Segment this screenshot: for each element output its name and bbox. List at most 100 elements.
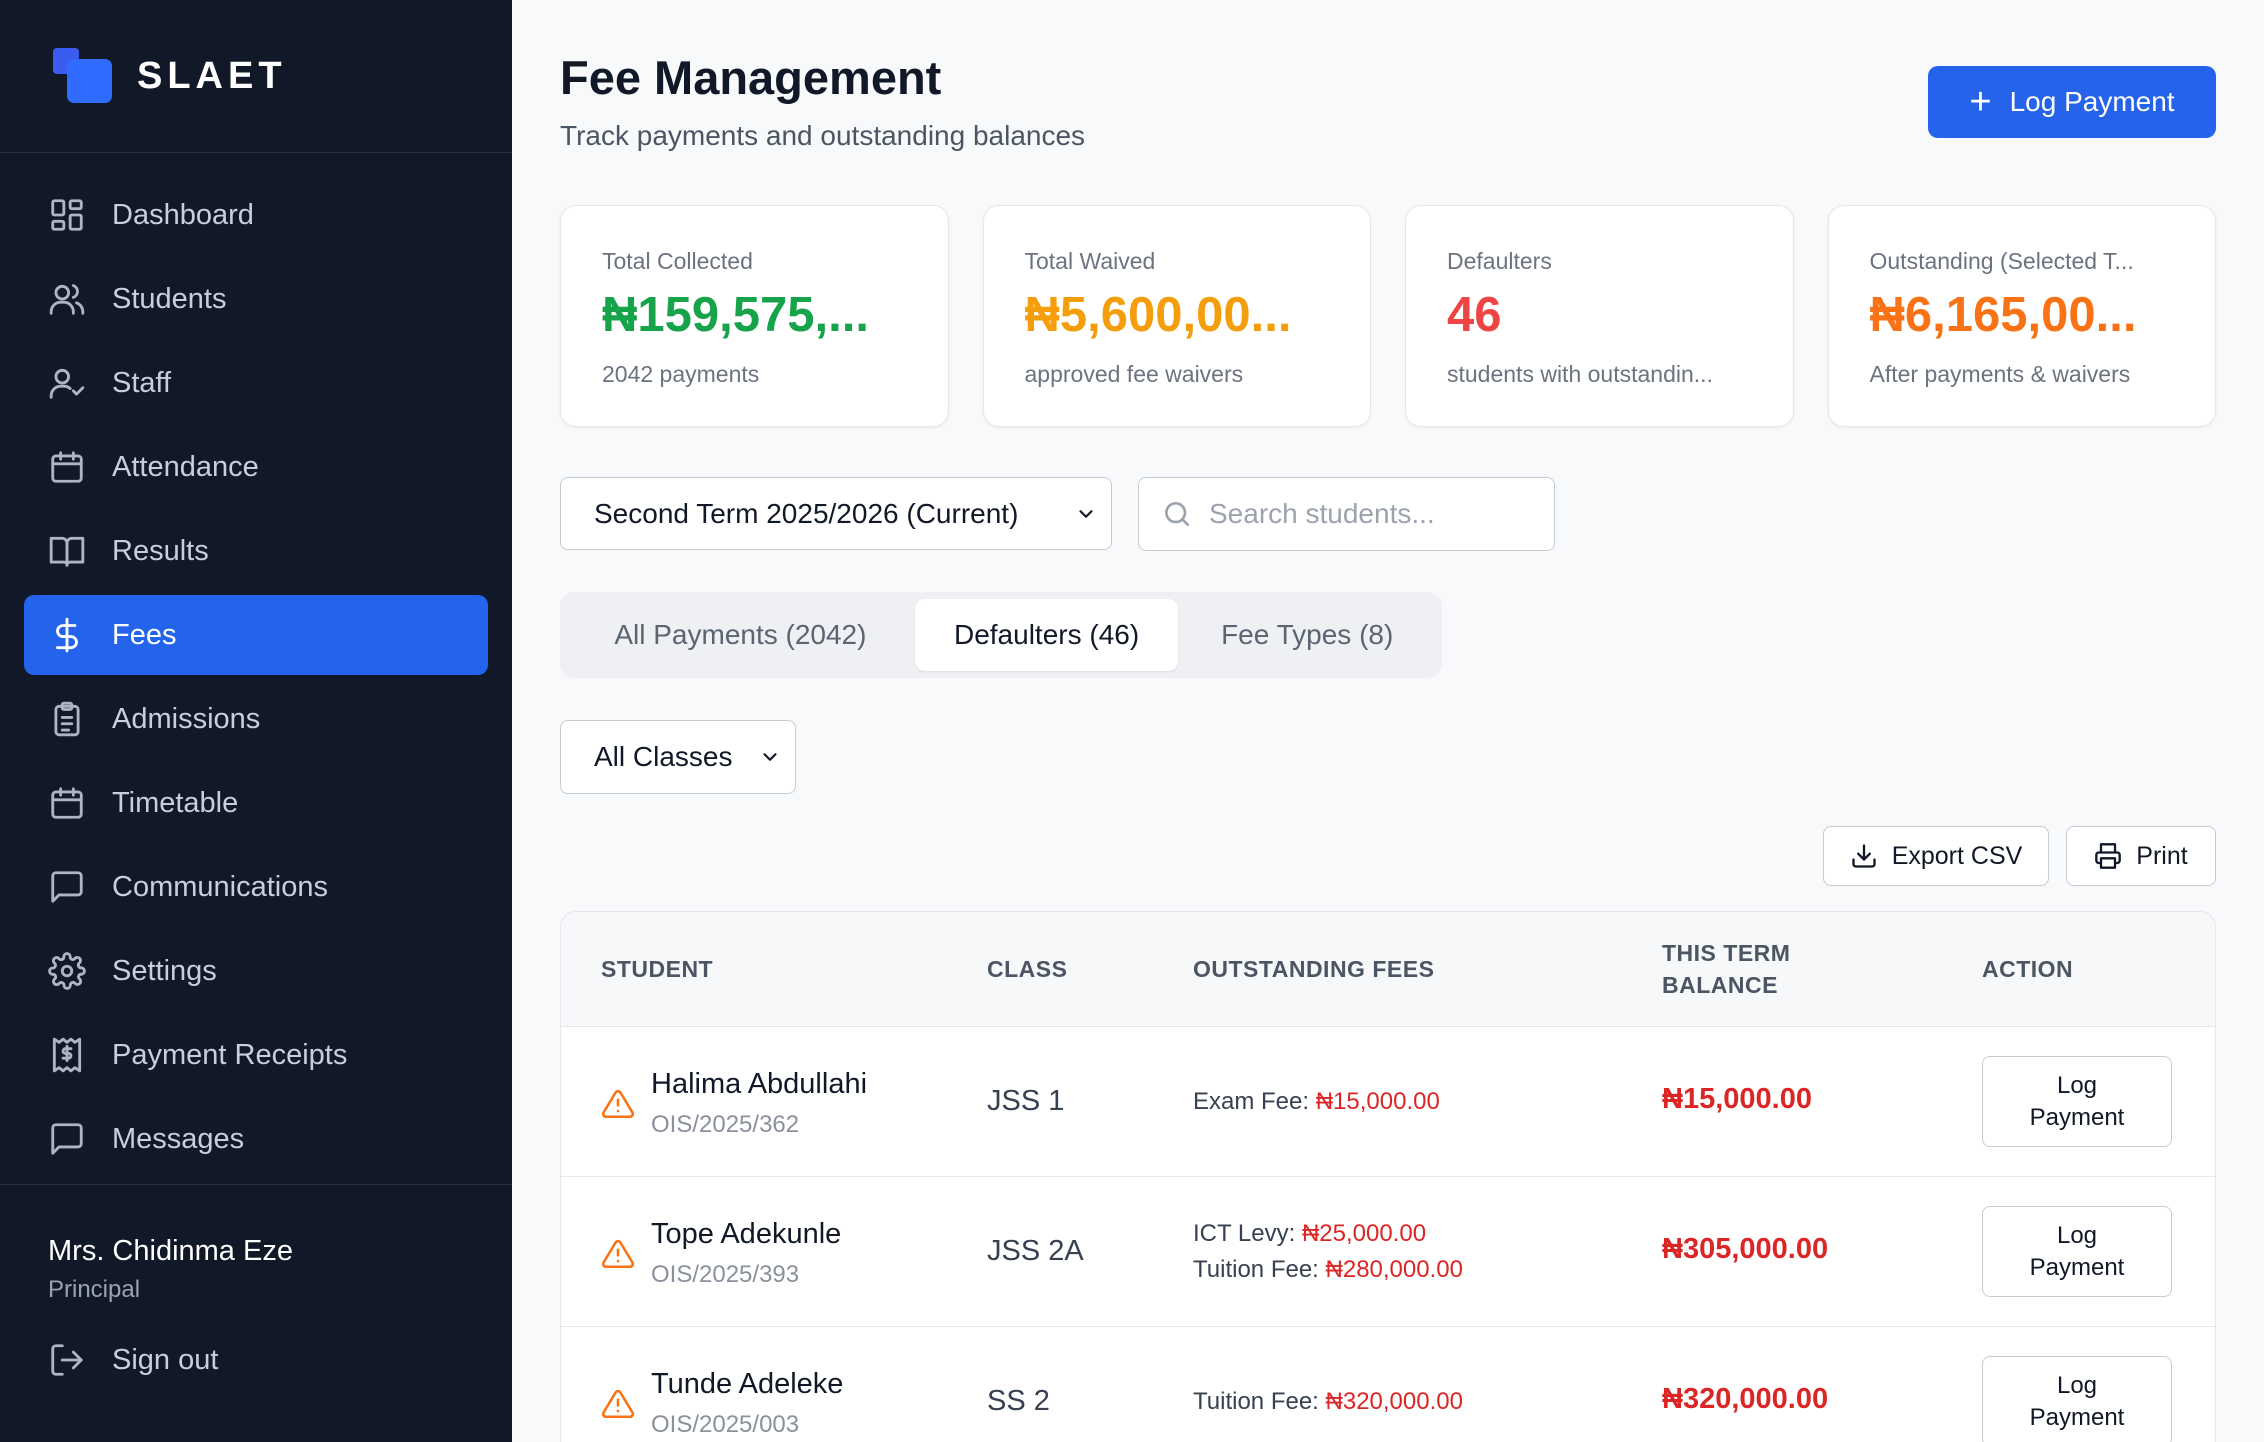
student-id: OIS/2025/393 xyxy=(651,1261,800,1288)
student-name[interactable]: Tope Adekunle xyxy=(651,1218,841,1251)
sidebar-item-admissions[interactable]: Admissions xyxy=(24,679,488,759)
sign-out-button[interactable]: Sign out xyxy=(48,1341,218,1379)
sidebar-item-label: Dashboard xyxy=(112,198,254,231)
stat-subtext: students with outstandin... xyxy=(1447,360,1713,387)
fee-amount: ₦15,000.00 xyxy=(1315,1088,1440,1115)
chevron-down-icon xyxy=(763,753,777,761)
column-header-action: ACTION xyxy=(1982,956,2074,982)
search-field[interactable] xyxy=(1138,477,1555,551)
download-icon xyxy=(1852,844,1876,868)
stat-label: Total Waived xyxy=(1024,248,1156,274)
fee-amount: ₦25,000.00 xyxy=(1301,1220,1427,1247)
term-select-value: Second Term 2025/2026 (Current) xyxy=(594,497,1019,529)
sidebar-item-label: Messages xyxy=(112,1122,245,1155)
table-header: STUDENT CLASS OUTSTANDING FEES THIS TERM… xyxy=(561,912,2215,1027)
defaulters-table: STUDENT CLASS OUTSTANDING FEES THIS TERM… xyxy=(560,911,2216,1442)
stat-value: ₦5,600,00... xyxy=(1024,289,1292,342)
student-name[interactable]: Tunde Adeleke xyxy=(651,1368,843,1401)
log-payment-label: Log Payment xyxy=(2009,86,2175,117)
log-payment-button[interactable]: + Log Payment xyxy=(1928,66,2216,138)
sidebar-item-communications[interactable]: Communications xyxy=(24,847,488,927)
user-role: Principal xyxy=(48,1276,141,1303)
logo-icon xyxy=(53,48,115,104)
sidebar-item-label: Timetable xyxy=(112,786,239,819)
export-csv-button[interactable]: Export CSV xyxy=(1823,826,2049,886)
search-input[interactable] xyxy=(1209,498,1539,530)
brand[interactable]: SLAET xyxy=(0,0,512,153)
sidebar-item-label: Settings xyxy=(112,954,217,987)
message-square-icon xyxy=(51,1123,83,1155)
stat-label: Total Collected xyxy=(602,248,753,274)
sidebar-item-students[interactable]: Students xyxy=(24,259,488,339)
users-icon xyxy=(49,284,85,315)
receipt-icon xyxy=(52,1037,82,1073)
stat-subtext: After payments & waivers xyxy=(1869,360,2131,387)
student-id: OIS/2025/003 xyxy=(651,1411,800,1438)
column-header-outstanding: OUTSTANDING FEES xyxy=(1193,956,1435,982)
page-title: Fee Management xyxy=(560,51,942,104)
sidebar-item-payment-receipts[interactable]: Payment Receipts xyxy=(24,1015,488,1095)
outstanding-fees: ICT Levy: ₦25,000.00 Tuition Fee: ₦280,0… xyxy=(1193,1216,1463,1288)
stat-value: ₦159,575,... xyxy=(602,289,869,342)
plus-icon: + xyxy=(1969,81,1992,123)
outstanding-fees: Tuition Fee: ₦320,000.00 xyxy=(1193,1384,1463,1420)
warning-icon xyxy=(601,1389,635,1419)
sidebar-item-messages[interactable]: Messages xyxy=(24,1099,488,1179)
warning-icon xyxy=(601,1089,635,1119)
stat-card-defaulters: Defaulters 46 students with outstandin..… xyxy=(1405,205,1794,427)
log-payment-row-button[interactable]: Log Payment xyxy=(1982,1056,2172,1147)
sidebar-item-attendance[interactable]: Attendance xyxy=(24,427,488,507)
sidebar-item-label: Attendance xyxy=(112,450,259,483)
chevron-down-icon xyxy=(1079,509,1093,518)
user-name: Mrs. Chidinma Eze xyxy=(48,1235,293,1267)
sidebar-item-timetable[interactable]: Timetable xyxy=(24,763,488,843)
table-row: Tope Adekunle OIS/2025/393 JSS 2A ICT Le… xyxy=(561,1177,2215,1327)
tab-fee-types[interactable]: Fee Types (8) xyxy=(1178,599,1436,671)
term-select[interactable]: Second Term 2025/2026 (Current) xyxy=(560,477,1112,550)
class-select[interactable]: All Classes xyxy=(560,720,796,794)
fee-amount: ₦280,000.00 xyxy=(1325,1256,1463,1283)
dollar-icon xyxy=(56,617,78,653)
sidebar-item-label: Communications xyxy=(112,870,328,903)
student-name[interactable]: Halima Abdullahi xyxy=(651,1068,867,1101)
term-balance: ₦305,000.00 xyxy=(1662,1233,1829,1265)
tab-all-payments[interactable]: All Payments (2042) xyxy=(566,599,915,671)
term-balance: ₦320,000.00 xyxy=(1662,1383,1829,1415)
sidebar-item-dashboard[interactable]: Dashboard xyxy=(24,175,488,255)
column-header-student: STUDENT xyxy=(601,956,714,982)
stat-card-total-waived: Total Waived ₦5,600,00... approved fee w… xyxy=(982,205,1371,427)
log-payment-row-button[interactable]: Log Payment xyxy=(1982,1206,2172,1297)
sidebar-footer: Mrs. Chidinma Eze Principal Sign out xyxy=(0,1184,512,1442)
search-icon xyxy=(1165,501,1189,526)
stat-label: Defaulters xyxy=(1447,248,1552,274)
fee-line: Exam Fee: ₦15,000.00 xyxy=(1193,1084,1440,1120)
gear-icon xyxy=(48,952,86,990)
sidebar-item-results[interactable]: Results xyxy=(24,511,488,591)
table-row: Halima Abdullahi OIS/2025/362 JSS 1 Exam… xyxy=(561,1027,2215,1177)
book-open-icon xyxy=(49,536,85,567)
sidebar-item-label: Fees xyxy=(112,618,177,651)
message-square-icon xyxy=(51,871,83,903)
print-button[interactable]: Print xyxy=(2066,826,2216,886)
fee-type: Tuition Fee: xyxy=(1193,1388,1319,1415)
warning-icon xyxy=(601,1239,635,1269)
sidebar-item-fees[interactable]: Fees xyxy=(24,595,488,675)
printer-icon xyxy=(2095,843,2122,869)
log-payment-row-button[interactable]: Log Payment xyxy=(1982,1356,2172,1442)
page-subtitle: Track payments and outstanding balances xyxy=(560,120,1086,151)
sidebar-item-staff[interactable]: Staff xyxy=(24,343,488,423)
sidebar-item-settings[interactable]: Settings xyxy=(24,931,488,1011)
tab-defaulters[interactable]: Defaulters (46) xyxy=(914,599,1179,671)
stat-card-total-collected: Total Collected ₦159,575,... 2042 paymen… xyxy=(560,205,949,427)
fee-amount: ₦320,000.00 xyxy=(1325,1388,1463,1415)
table-row: Tunde Adeleke OIS/2025/003 SS 2 Tuition … xyxy=(561,1327,2215,1442)
dashboard-icon xyxy=(51,199,83,231)
fee-line: ICT Levy: ₦25,000.00 xyxy=(1193,1216,1463,1252)
sidebar-item-label: Staff xyxy=(112,366,172,399)
stat-subtext: 2042 payments xyxy=(602,360,760,387)
stat-value: ₦6,165,00... xyxy=(1869,289,2137,342)
sidebar: SLAET Dashboard Students Staff Attendanc… xyxy=(0,0,512,1442)
calendar-icon xyxy=(51,451,83,483)
term-balance: ₦15,000.00 xyxy=(1662,1083,1812,1115)
sign-out-label: Sign out xyxy=(112,1343,219,1376)
